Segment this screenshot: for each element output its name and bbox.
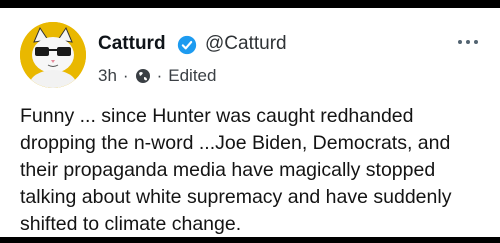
post-card: Catturd @Catturd 3h · · Edited Funny ...… xyxy=(0,8,500,237)
post-meta: 3h · · Edited xyxy=(98,66,216,86)
avatar[interactable] xyxy=(20,22,86,88)
cat-avatar-icon xyxy=(20,22,86,88)
edited-label[interactable]: Edited xyxy=(168,66,216,86)
post-time[interactable]: 3h xyxy=(98,66,117,86)
meta-separator: · xyxy=(122,66,129,85)
display-name[interactable]: Catturd xyxy=(98,33,166,55)
globe-icon xyxy=(135,69,150,83)
meta-separator: · xyxy=(156,66,163,85)
more-options-button[interactable] xyxy=(458,40,478,44)
verified-badge-icon xyxy=(177,35,197,55)
user-handle[interactable]: @Catturd xyxy=(205,33,287,55)
post-text: Funny ... since Hunter was caught redhan… xyxy=(20,105,452,235)
more-dots-icon xyxy=(458,40,462,44)
